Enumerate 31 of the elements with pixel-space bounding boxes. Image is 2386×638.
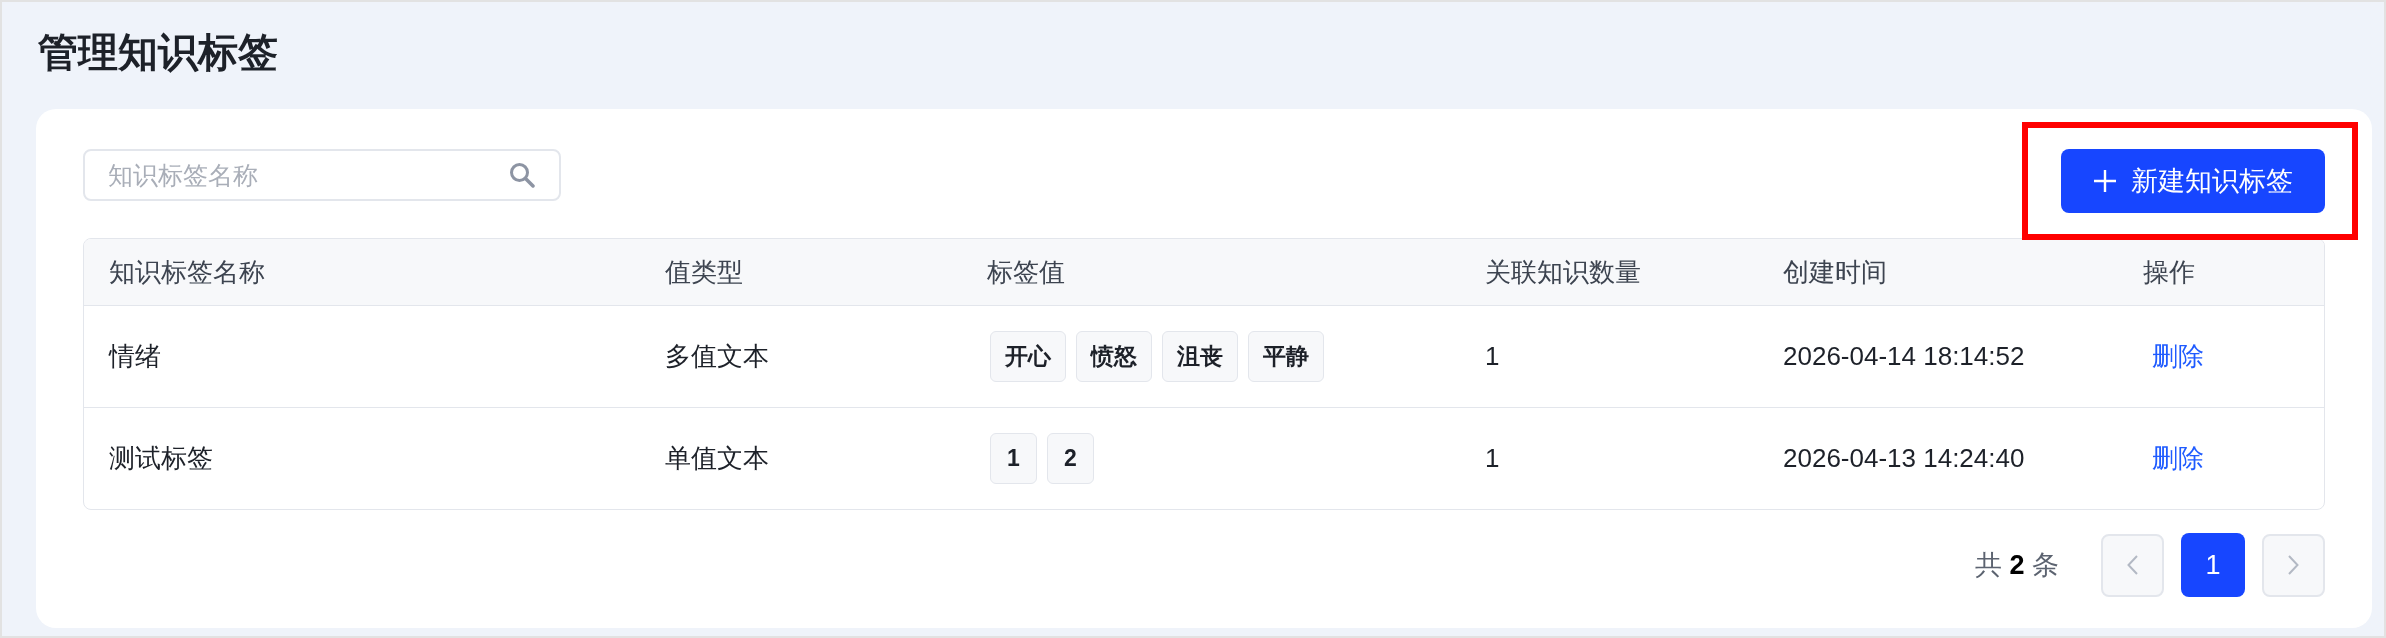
chevron-right-icon <box>2288 555 2299 575</box>
tag-value: 沮丧 <box>1162 331 1238 382</box>
table-cell: 单值文本 <box>665 443 769 473</box>
table-cell: 1 <box>1485 341 1500 371</box>
tag-value: 1 <box>990 433 1037 484</box>
column-header: 值类型 <box>665 256 743 287</box>
search-field[interactable]: 知识标签名称 <box>83 149 561 201</box>
new-tag-button[interactable]: 新建知识标签 <box>2061 149 2325 213</box>
table-cell: 2026-04-14 18:14:52 <box>1783 341 2025 371</box>
tag-value: 开心 <box>990 331 1066 382</box>
tag-value: 平静 <box>1248 331 1324 382</box>
column-header: 标签值 <box>987 256 1065 287</box>
plus-icon <box>2093 169 2117 193</box>
table-cell: 情绪 <box>109 341 161 371</box>
table-cell: 多值文本 <box>665 341 769 371</box>
total-count: 共 2 条 <box>1974 548 2059 582</box>
table-cell: 1 <box>1485 443 1500 473</box>
column-header: 操作 <box>2143 256 2195 287</box>
tag-value: 2 <box>1047 433 1094 484</box>
tag-value: 愤怒 <box>1076 331 1152 382</box>
table-cell: 测试标签 <box>109 443 213 473</box>
column-header: 创建时间 <box>1783 256 1887 287</box>
table-cell: 2026-04-13 14:24:40 <box>1783 443 2025 473</box>
page-title: 管理知识标签 <box>38 31 278 72</box>
delete-link[interactable]: 删除 <box>2152 337 2204 376</box>
delete-link[interactable]: 删除 <box>2152 439 2204 478</box>
chevron-left-icon <box>2127 555 2138 575</box>
page-button[interactable]: 1 <box>2181 533 2245 597</box>
column-header: 关联知识数量 <box>1485 256 1641 287</box>
search-icon[interactable] <box>509 162 535 188</box>
column-header: 知识标签名称 <box>109 256 265 287</box>
